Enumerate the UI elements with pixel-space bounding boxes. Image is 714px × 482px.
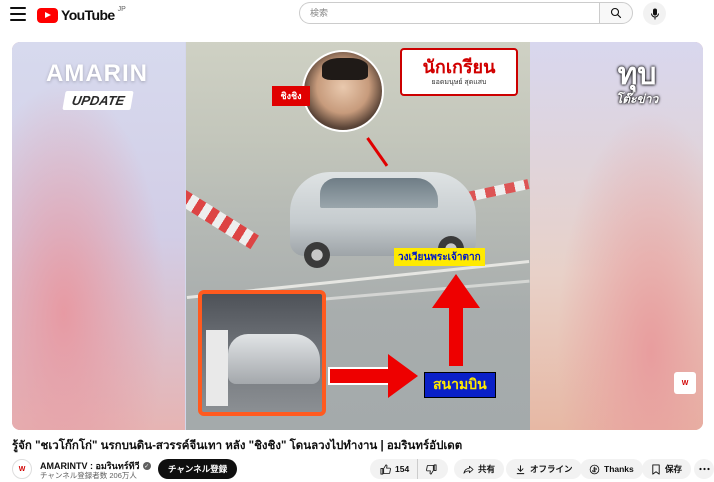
avatar[interactable]: W <box>12 459 32 479</box>
brand-show-big: ทุบ <box>617 58 657 91</box>
youtube-logo[interactable]: YouTube JP <box>37 5 126 23</box>
location-label-airport: สนามบิน <box>424 372 496 398</box>
video-title: รู้จัก "ชเวโก๊กโก่" นรกบนดิน-สวรรค์จีนเท… <box>12 440 463 452</box>
inset-cctv-image <box>198 290 326 416</box>
download-label: オフライン <box>530 464 573 474</box>
thanks-label: Thanks <box>604 464 634 474</box>
more-icon <box>698 467 710 471</box>
inset-post <box>206 330 228 406</box>
channel-row: W AMARINTV : อมรินทร์ทีวี ✓ チャンネル登録者数 20… <box>12 457 714 481</box>
location-label-roundabout: วงเวียนพระเจ้าตาก <box>394 248 485 266</box>
dislike-icon <box>426 464 437 474</box>
verified-icon: ✓ <box>142 462 151 470</box>
mic-icon <box>650 8 659 19</box>
brand-amarin-logo: AMARIN <box>46 60 148 87</box>
dislike-button[interactable] <box>418 459 445 479</box>
menu-icon[interactable] <box>10 7 26 21</box>
person-portrait <box>302 50 384 132</box>
show-sign-sub: ยอดมนุษย์ สุดแสบ <box>431 78 487 86</box>
voice-search-button[interactable] <box>643 2 666 25</box>
arrow-up <box>432 274 480 366</box>
search-icon <box>610 7 622 19</box>
arrow-right <box>328 354 418 398</box>
like-count: 154 <box>395 464 410 474</box>
like-dislike-group: 154 <box>370 459 448 479</box>
video-player[interactable]: AMARIN UPDATE ทุบ โต๊ะข่าว นักเกรียน ยอด… <box>12 42 703 430</box>
thanks-icon <box>589 464 600 474</box>
subscribe-button[interactable]: チャンネル登録 <box>158 459 238 479</box>
top-bar: YouTube JP <box>0 0 714 30</box>
brand-show-small: โต๊ะข่าว <box>615 92 659 106</box>
save-label: 保存 <box>665 464 683 474</box>
download-icon <box>516 464 525 474</box>
search-input[interactable] <box>299 2 599 24</box>
share-button[interactable]: 共有 <box>454 459 505 479</box>
search-bar <box>299 2 633 24</box>
subscriber-count: チャンネル登録者数 206万人 <box>40 471 137 480</box>
channel-watermark[interactable]: W <box>674 372 696 394</box>
curb <box>186 190 259 250</box>
like-button[interactable]: 154 <box>370 459 419 479</box>
thanks-button[interactable]: Thanks <box>580 459 643 479</box>
logo-region: JP <box>117 5 126 13</box>
search-button[interactable] <box>599 2 633 24</box>
share-label: 共有 <box>478 464 496 474</box>
show-sign-title: นักเกรียน <box>422 56 496 77</box>
more-actions-button[interactable] <box>694 459 714 479</box>
show-sign: นักเกรียน ยอดมนุษย์ สุดแสบ <box>400 48 518 96</box>
car-window <box>320 178 438 208</box>
like-icon <box>380 464 391 474</box>
brand-show-logo: ทุบ โต๊ะข่าว <box>602 60 672 120</box>
brand-update-label: UPDATE <box>62 91 135 110</box>
video-frame: นักเกรียน ยอดมนุษย์ สุดแสบ ชิงชิง วงเวีย… <box>186 42 530 430</box>
youtube-logo-icon <box>37 7 58 23</box>
inset-car <box>228 334 320 384</box>
download-button[interactable]: オフライン <box>506 459 582 479</box>
save-icon <box>652 463 660 475</box>
car-wheel <box>304 242 330 268</box>
logo-text: YouTube <box>61 7 115 23</box>
share-icon <box>463 465 474 474</box>
save-button[interactable]: 保存 <box>642 459 692 479</box>
pointer-arrow <box>366 137 389 167</box>
name-label: ชิงชิง <box>272 86 310 106</box>
